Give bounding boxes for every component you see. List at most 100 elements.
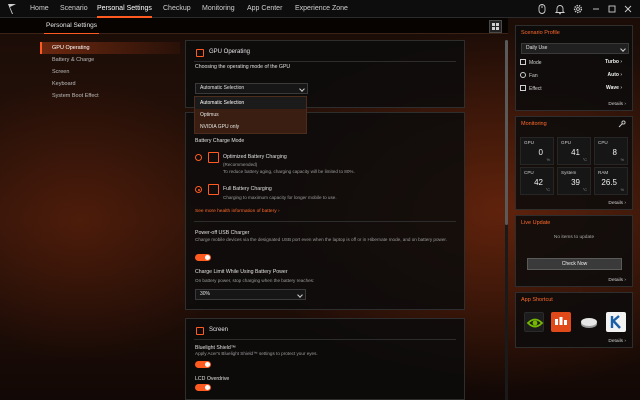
tab-scenario[interactable]: Scenario (60, 0, 88, 18)
monitor-tile-unit: % (620, 158, 624, 162)
tab-personal-settings[interactable]: Personal Settings (97, 0, 152, 18)
nvidia-icon[interactable] (524, 312, 544, 332)
gpu-mode-dropdown: Automatic Selection Optimus NVIDIA GPU o… (194, 96, 307, 134)
live-update-status: No items to update (553, 235, 595, 240)
battery-charge-mode-label: Battery Charge Mode (195, 138, 245, 144)
chevron-down-icon (297, 292, 303, 298)
monitor-tile-unit: °C (545, 188, 550, 192)
monitor-tile-gpu-usage: GPU 0 % (520, 137, 554, 165)
tab-checkup[interactable]: Checkup (163, 0, 191, 18)
chevron-down-icon (299, 86, 305, 92)
monitor-tile-value: 8 (612, 148, 617, 157)
bluelight-shield-toggle[interactable] (195, 361, 211, 368)
divider (194, 221, 456, 222)
check-now-button[interactable]: Check Now (527, 258, 622, 270)
tab-home[interactable]: Home (30, 0, 49, 18)
battery-leaf-icon (208, 152, 219, 163)
settings-icon[interactable] (572, 3, 584, 15)
monitoring-details-link[interactable]: Details (608, 201, 626, 206)
monitor-tile-ram-usage: RAM 26.5 % (594, 167, 628, 195)
maximize-icon[interactable] (606, 3, 618, 15)
gpu-section-title: GPU Operating (209, 49, 251, 55)
sidebar-item-keyboard[interactable]: Keyboard (40, 78, 180, 90)
optimized-charging-description: To reduce battery aging, charging capaci… (223, 169, 355, 174)
predator-logo-icon (8, 4, 16, 14)
k-app-icon[interactable] (606, 312, 626, 332)
close-icon[interactable] (622, 3, 634, 15)
tab-experience-zone[interactable]: Experience Zone (295, 0, 348, 18)
expand-panel-icon[interactable] (489, 20, 502, 33)
scenario-row-effect[interactable]: Effect Wave (520, 85, 628, 93)
live-update-details-link[interactable]: Details (608, 278, 626, 283)
minimize-icon[interactable] (590, 3, 602, 15)
screen-icon (196, 327, 204, 335)
sidebar-item-system-boot-effect[interactable]: System Boot Effect (40, 90, 180, 102)
top-navigation-bar: Home Scenario Personal Settings Checkup … (0, 0, 640, 18)
charge-limit-description: On battery power, stop charging when the… (195, 278, 315, 283)
scenario-row-fan[interactable]: Fan Auto (520, 72, 628, 80)
nvidia-eye-icon (526, 318, 544, 328)
sidebar-item-battery-charge[interactable]: Battery & Charge (40, 54, 180, 66)
monitor-tile-label: GPU (524, 140, 534, 145)
gpu-mode-select[interactable]: Automatic Selection (195, 83, 308, 94)
divider (194, 339, 456, 340)
scenario-profile-title: Scenario Profile (521, 30, 560, 36)
mouse-icon[interactable] (536, 3, 548, 15)
usb-charger-title: Power-off USB Charger (195, 230, 250, 236)
monitor-tile-unit: % (546, 158, 550, 162)
monitor-tile-label: CPU (524, 170, 534, 175)
divider (194, 61, 456, 62)
scenario-profile-card: Scenario Profile Daily Use Details (515, 25, 633, 111)
scenario-row-label: Effect (529, 86, 542, 92)
content-scrollbar[interactable] (505, 40, 508, 400)
bell-icon[interactable] (554, 3, 566, 15)
lighting-effect-icon (520, 85, 526, 91)
lcd-overdrive-toggle[interactable] (195, 384, 211, 391)
app-shortcut-title: App Shortcut (521, 297, 553, 303)
wrench-icon[interactable] (618, 120, 626, 128)
monitor-tile-cpu-temp: CPU 42 °C (520, 167, 554, 195)
bluelight-shield-description: Apply Acer's Bluelight Shield™ settings … (195, 351, 318, 356)
screen-panel: Screen Bluelight Shield™ Apply Acer's Bl… (185, 318, 465, 400)
dts-icon[interactable] (551, 312, 571, 332)
optimized-charging-radio[interactable] (195, 154, 202, 161)
dropdown-option-optimus[interactable]: Optimus (195, 109, 306, 121)
full-charging-description: Charging to maximum capacity for longer … (223, 195, 337, 200)
monitor-tile-value: 41 (571, 148, 580, 157)
monitor-tile-unit: °C (582, 188, 587, 192)
app-shortcut-details-link[interactable]: Details (608, 339, 626, 344)
monitor-tile-value: 26.5 (601, 178, 617, 187)
gpu-mode-selected: Automatic Selection (200, 85, 245, 91)
charge-limit-title: Charge Limit While Using Battery Power (195, 269, 288, 275)
charge-limit-value: 30% (200, 291, 211, 297)
scenario-row-mode[interactable]: Mode Turbo (520, 59, 628, 67)
usb-charger-toggle[interactable] (195, 254, 211, 261)
monitor-tile-value: 42 (534, 178, 543, 187)
scenario-profile-select[interactable]: Daily Use (521, 43, 629, 54)
scrollbar-thumb[interactable] (505, 40, 508, 225)
chevron-right-icon: › (277, 209, 280, 214)
lcd-overdrive-title: LCD Overdrive (195, 376, 230, 382)
k-letter-icon (610, 315, 621, 329)
full-charging-title: Full Battery Charging (223, 186, 272, 192)
disc-icon[interactable] (579, 312, 599, 332)
gpu-description: Choosing the operating mode of the GPU (195, 64, 291, 70)
tab-monitoring[interactable]: Monitoring (202, 0, 235, 18)
monitor-tile-label: System (561, 170, 577, 175)
sidebar-item-gpu-operating[interactable]: GPU Operating (40, 42, 180, 54)
charge-limit-select[interactable]: 30% (195, 289, 306, 300)
live-update-title: Live Update (521, 220, 551, 226)
optimized-charging-tag: (Recommended) (223, 162, 258, 167)
monitor-tile-value: 0 (538, 148, 543, 157)
monitor-tile-cpu-usage: CPU 8 % (594, 137, 628, 165)
dropdown-option-automatic-selection[interactable]: Automatic Selection (195, 97, 306, 109)
full-charging-radio[interactable] (195, 186, 202, 193)
battery-health-link[interactable]: See more health information of battery › (195, 209, 280, 214)
dropdown-option-nvidia-gpu-only[interactable]: NVIDIA GPU only (195, 121, 306, 133)
monitor-tile-label: GPU (561, 140, 571, 145)
monitor-tile-gpu-temp: GPU 41 °C (557, 137, 591, 165)
scenario-details-link[interactable]: Details (608, 102, 626, 107)
scenario-profile-value: Daily Use (526, 45, 548, 51)
sidebar-item-screen[interactable]: Screen (40, 66, 180, 78)
tab-app-center[interactable]: App Center (247, 0, 282, 18)
